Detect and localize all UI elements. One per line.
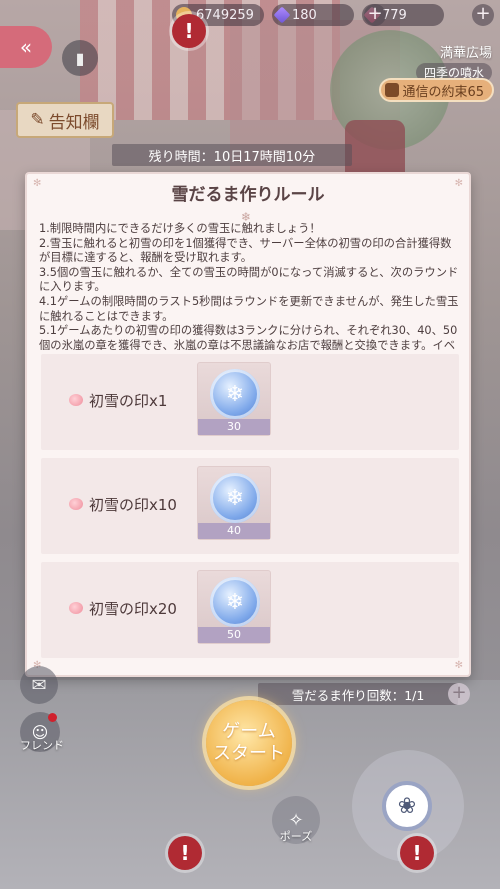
game-start-button[interactable]: ゲーム スタート	[206, 700, 292, 786]
door-icon: ▮	[75, 48, 85, 68]
pose-label: ポーズ	[279, 830, 313, 843]
reward-item[interactable]: ❄ 30	[197, 362, 271, 436]
ice-storm-emblem-icon: ❄	[210, 577, 260, 627]
rule-1: 1.制限時間内にできるだけ多くの雪玉に触れましょう！	[39, 222, 321, 235]
gem-value: 180	[292, 7, 317, 23]
notice-board-button[interactable]: ✎ 告知欄	[16, 102, 114, 138]
remaining-time: 残り時間：10日17時間10分	[112, 144, 352, 166]
ice-storm-emblem-icon: ❄	[210, 369, 260, 419]
location-place: 満華広場	[439, 46, 492, 61]
snow-mark-icon	[69, 394, 83, 406]
door-button[interactable]: ▮	[62, 40, 98, 76]
exclamation-icon: !	[184, 19, 194, 43]
paw-button[interactable]: ❀	[382, 781, 432, 831]
ice-storm-emblem-icon: ❄	[210, 473, 260, 523]
reward-requirement: 40	[198, 523, 270, 539]
snowflake-icon: ✻	[454, 660, 463, 671]
reward-item[interactable]: ❄ 40	[197, 466, 271, 540]
add-play-count-button[interactable]: +	[448, 683, 470, 705]
reward-row: 初雪の印x10 ❄ 40	[41, 458, 459, 554]
promise-label: 通信の約束65	[402, 84, 484, 100]
reward-label: 初雪の印x10	[89, 496, 177, 514]
gem-counter: 180	[272, 4, 354, 26]
rule-3: 3.5個の雪玉に触れるか、全ての雪玉の時間が0になって消滅すると、次のラウンドに…	[39, 265, 459, 294]
currency-bar: 6749259 180 779	[172, 4, 444, 26]
rule-5: 5.1ゲームあたりの初雪の印の獲得数は3ランクに分けられ、それぞれ30、40、5…	[39, 324, 458, 350]
start-line-2: スタート	[213, 743, 285, 764]
exclamation-icon: !	[180, 841, 190, 865]
add-gems-button[interactable]: +	[364, 4, 386, 26]
friend-label: フレンド	[20, 739, 64, 752]
location-info: 満華広場 四季の噴水	[415, 42, 492, 82]
double-chevron-left-icon: «	[19, 35, 33, 59]
rules-text[interactable]: 1.制限時間内にできるだけ多くの雪玉に触れましょう！ 2.雪玉に触れると初雪の印…	[39, 222, 459, 350]
rules-dialog: ✻ ✻ ✻ ✻ 雪だるま作りルール ❄ 1.制限時間内にできるだけ多くの雪玉に触…	[25, 172, 471, 677]
snow-mark-icon	[69, 498, 83, 510]
notification-dot	[48, 713, 57, 722]
reward-label: 初雪の印x20	[89, 600, 177, 618]
coin-value: 6749259	[196, 7, 254, 23]
mailbox	[345, 120, 405, 175]
back-button[interactable]: «	[0, 26, 52, 68]
reward-row: 初雪の印x1 ❄ 30	[41, 354, 459, 450]
notice-board-label: 告知欄	[48, 112, 100, 133]
chat-button[interactable]: ✉	[20, 666, 58, 704]
alert-badge-bottom-left[interactable]: !	[168, 836, 202, 870]
quill-icon: ✎	[30, 110, 45, 130]
dialog-title: 雪だるま作りルール	[171, 184, 325, 205]
exclamation-icon: !	[412, 841, 422, 865]
rule-4: 4.1ゲームの制限時間のラスト5秒間はラウンドを更新できませんが、発生した雪玉に…	[39, 294, 459, 323]
reward-row: 初雪の印x20 ❄ 50	[41, 562, 459, 658]
reward-requirement: 30	[198, 419, 270, 435]
promise-button[interactable]: 通信の約束65	[379, 78, 494, 102]
paw-icon: ❀	[397, 793, 417, 819]
alert-badge-bottom-right[interactable]: !	[400, 836, 434, 870]
snow-mark-icon	[69, 602, 83, 614]
reward-item[interactable]: ❄ 50	[197, 570, 271, 644]
reward-requirement: 50	[198, 627, 270, 643]
add-hearts-button[interactable]: +	[472, 4, 494, 26]
start-line-1: ゲーム	[222, 721, 276, 742]
rule-2: 2.雪玉に触れると初雪の印を1個獲得でき、サーバー全体の初雪の印の合計獲得数が目…	[39, 236, 452, 265]
reward-label: 初雪の印x1	[89, 392, 168, 410]
play-count: 雪だるま作り回数：1/1	[258, 683, 458, 705]
chat-icon: ✉	[31, 674, 47, 696]
alert-badge-top[interactable]: !	[172, 14, 206, 48]
gem-icon	[273, 6, 291, 24]
lock-icon	[385, 83, 400, 97]
